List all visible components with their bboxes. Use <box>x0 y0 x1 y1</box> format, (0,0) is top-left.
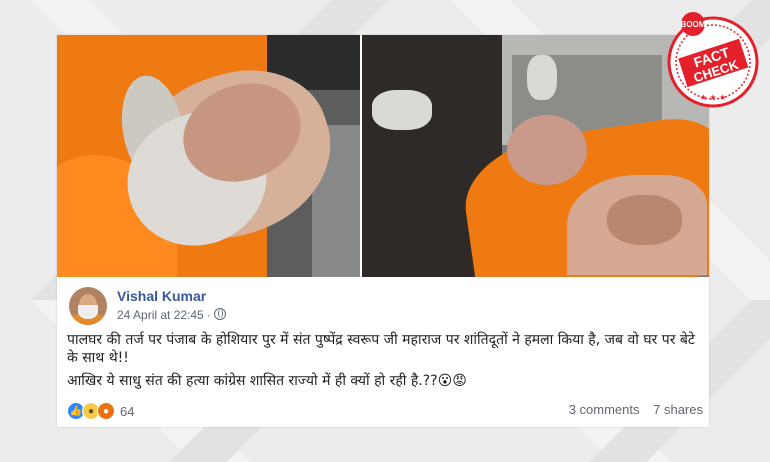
post-photo-left[interactable] <box>57 35 360 277</box>
post-paragraph-2: आखिर ये साधु संत की हत्या कांग्रेस शासित… <box>67 373 467 389</box>
post-header: Vishal Kumar 24 April at 22:45 · <box>69 287 689 327</box>
comments-count[interactable]: 3 comments <box>569 402 640 417</box>
post-footer: 👍 ● ● 64 3 comments 7 shares <box>67 401 703 421</box>
reactions-summary[interactable]: 👍 ● ● 64 <box>67 402 134 420</box>
engagement-counts: 3 comments 7 shares <box>559 402 703 417</box>
angry-icon: ● <box>97 402 115 420</box>
avatar[interactable] <box>69 287 107 325</box>
fact-check-stamp: BOOM FACT CHECK ★ ★ ★ <box>667 12 759 108</box>
post-media[interactable] <box>57 35 709 277</box>
shares-count[interactable]: 7 shares <box>653 402 703 417</box>
stamp-brand: BOOM <box>681 20 706 29</box>
meta-separator: · <box>206 308 211 322</box>
stamp-stars: ★ ★ ★ <box>700 93 727 102</box>
post-timestamp[interactable]: 24 April at 22:45 <box>117 308 204 322</box>
facebook-post-card: Vishal Kumar 24 April at 22:45 · पालघर की… <box>57 35 709 427</box>
author-name[interactable]: Vishal Kumar <box>117 288 206 304</box>
post-paragraph-1: पालघर की तर्ज पर पंजाब के होशियार पुर मे… <box>67 332 695 366</box>
globe-icon[interactable] <box>213 308 226 320</box>
post-photo-right[interactable] <box>362 35 709 277</box>
post-text: पालघर की तर्ज पर पंजाब के होशियार पुर मे… <box>67 331 703 395</box>
post-meta: 24 April at 22:45 · <box>117 308 226 322</box>
reaction-count: 64 <box>120 403 135 419</box>
